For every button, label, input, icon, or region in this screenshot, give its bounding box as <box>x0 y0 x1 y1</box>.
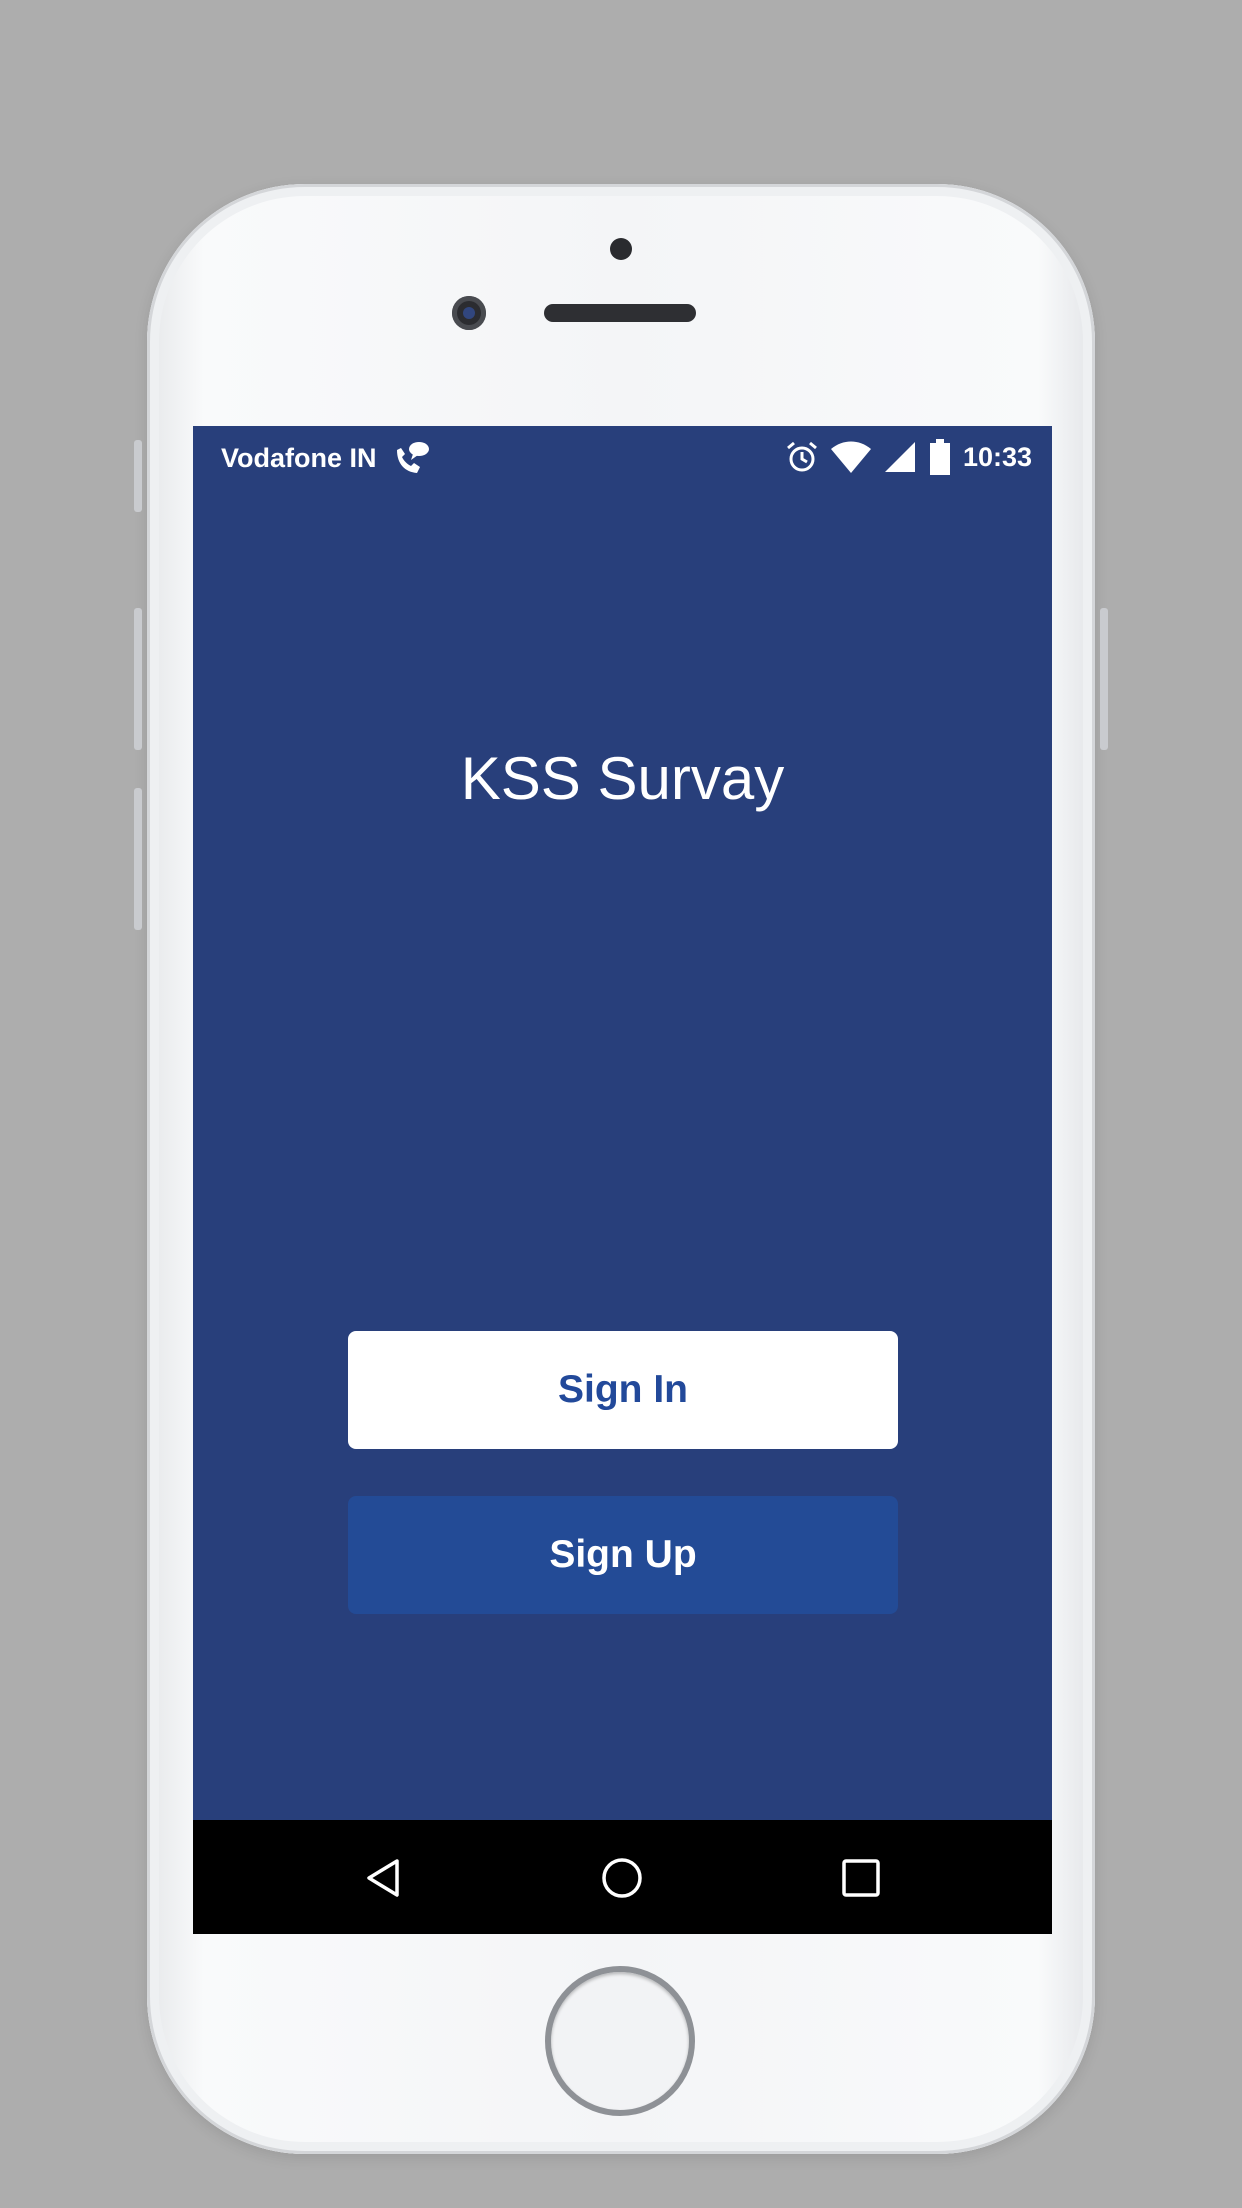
app-screen: Vodafone IN 10:33 KSS Survay Sign In Sig… <box>193 426 1052 1934</box>
status-bar: Vodafone IN 10:33 <box>193 426 1052 488</box>
navigation-bar <box>193 1820 1052 1934</box>
battery-icon <box>929 439 950 475</box>
mute-switch <box>134 440 142 512</box>
sign-up-button[interactable]: Sign Up <box>348 1496 898 1614</box>
sign-in-button[interactable]: Sign In <box>348 1331 898 1449</box>
home-icon[interactable] <box>601 1857 643 1899</box>
wifi-calling-icon <box>391 440 431 483</box>
earpiece-speaker <box>544 304 696 322</box>
wifi-icon <box>830 441 871 473</box>
carrier-name: Vodafone IN <box>221 443 377 473</box>
recents-icon[interactable] <box>840 1857 882 1899</box>
back-icon[interactable] <box>363 1857 405 1899</box>
front-camera <box>452 296 486 330</box>
status-icons: 10:33 <box>785 438 1032 476</box>
power-button <box>1100 608 1108 750</box>
cell-signal-icon <box>884 442 915 472</box>
proximity-sensor <box>610 238 632 260</box>
hardware-home-button <box>545 1966 695 2116</box>
status-time: 10:33 <box>962 441 1032 472</box>
volume-down-button <box>134 788 142 930</box>
alarm-icon <box>786 441 817 472</box>
volume-up-button <box>134 608 142 750</box>
app-title: KSS Survay <box>460 745 785 812</box>
